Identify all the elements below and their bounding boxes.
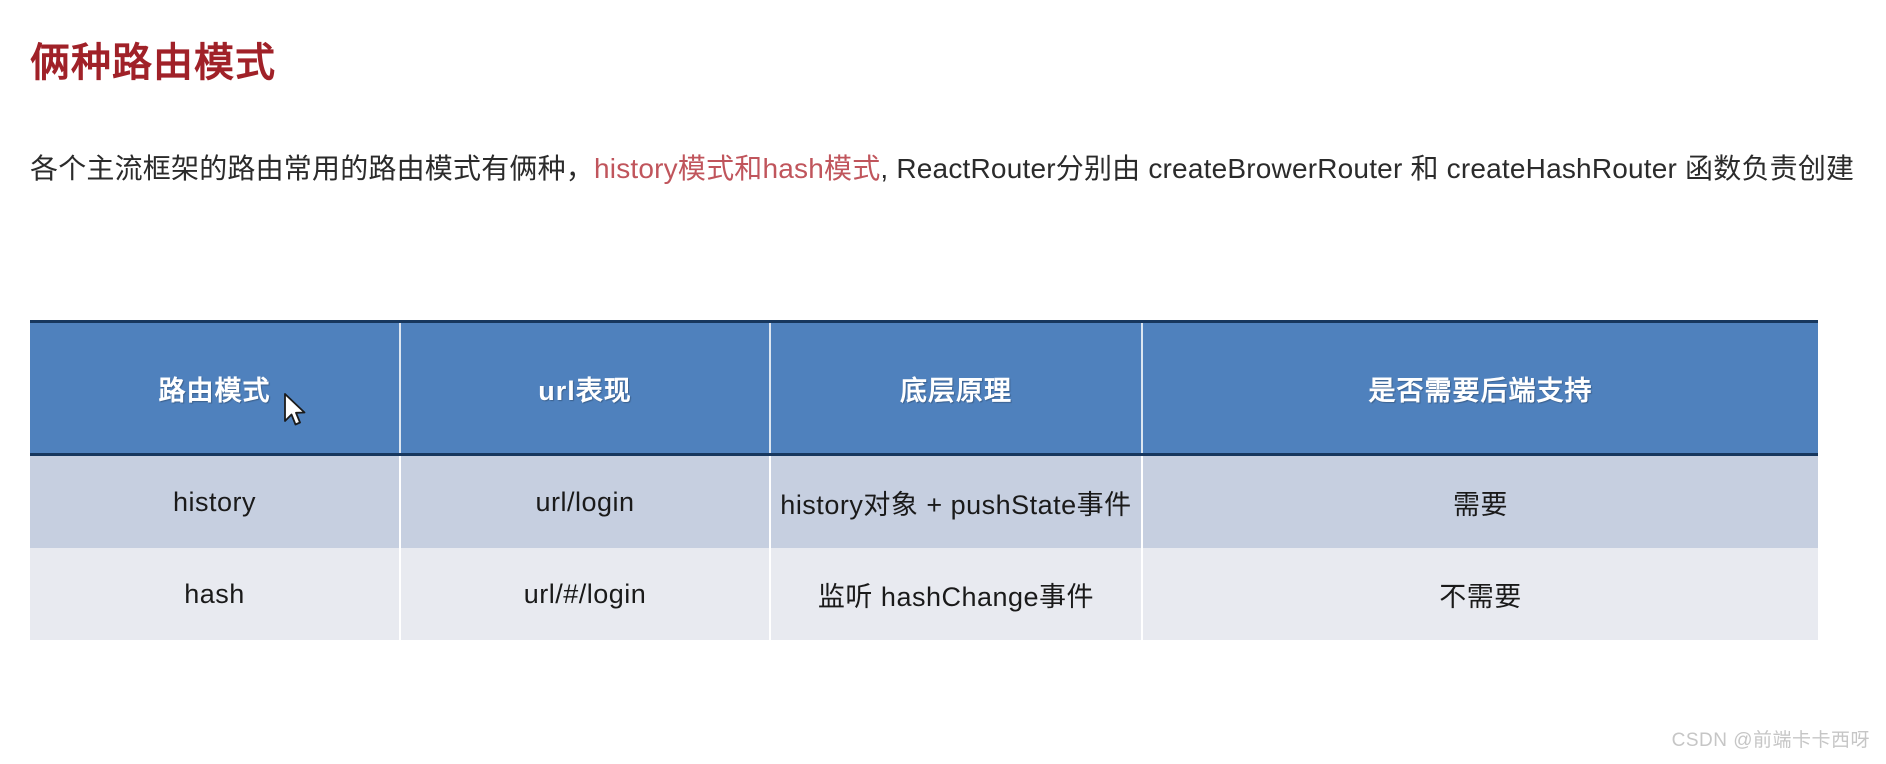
intro-paragraph: 各个主流框架的路由常用的路由模式有俩种，history模式和hash模式, Re… <box>30 138 1860 200</box>
cell-principle: 监听 hashChange事件 <box>770 548 1143 640</box>
route-mode-table: 路由模式 url表现 底层原理 是否需要后端支持 history url/log… <box>30 320 1818 640</box>
paragraph-segment-1: 各个主流框架的路由常用的路由模式有俩种， <box>30 153 595 184</box>
table-row: history url/login history对象 + pushState事… <box>30 454 1818 548</box>
cell-url: url/#/login <box>400 548 771 640</box>
paragraph-segment-highlight: history模式和hash模式 <box>594 153 881 184</box>
cell-url: url/login <box>400 454 771 548</box>
route-mode-table-wrapper: 路由模式 url表现 底层原理 是否需要后端支持 history url/log… <box>30 320 1818 640</box>
table-header-row: 路由模式 url表现 底层原理 是否需要后端支持 <box>30 320 1818 456</box>
page-title: 俩种路由模式 <box>30 40 276 85</box>
column-header-route-mode: 路由模式 <box>30 320 401 456</box>
cell-backend-support: 需要 <box>1142 454 1818 548</box>
cell-principle: history对象 + pushState事件 <box>770 454 1143 548</box>
table-body: history url/login history对象 + pushState事… <box>30 454 1818 640</box>
csdn-watermark: CSDN @前端卡卡西呀 <box>1671 730 1870 751</box>
table-header: 路由模式 url表现 底层原理 是否需要后端支持 <box>30 320 1818 456</box>
paragraph-segment-3: , ReactRouter分别由 createBrowerRouter 和 cr… <box>880 153 1855 184</box>
document-page: 俩种路由模式 各个主流框架的路由常用的路由模式有俩种，history模式和has… <box>0 0 1886 764</box>
cell-route-mode: history <box>30 454 401 548</box>
cell-route-mode: hash <box>30 548 401 640</box>
column-header-principle: 底层原理 <box>770 320 1143 456</box>
cell-backend-support: 不需要 <box>1142 548 1818 640</box>
column-header-url: url表现 <box>400 320 771 456</box>
column-header-backend-support: 是否需要后端支持 <box>1142 320 1818 456</box>
table-row: hash url/#/login 监听 hashChange事件 不需要 <box>30 548 1818 640</box>
